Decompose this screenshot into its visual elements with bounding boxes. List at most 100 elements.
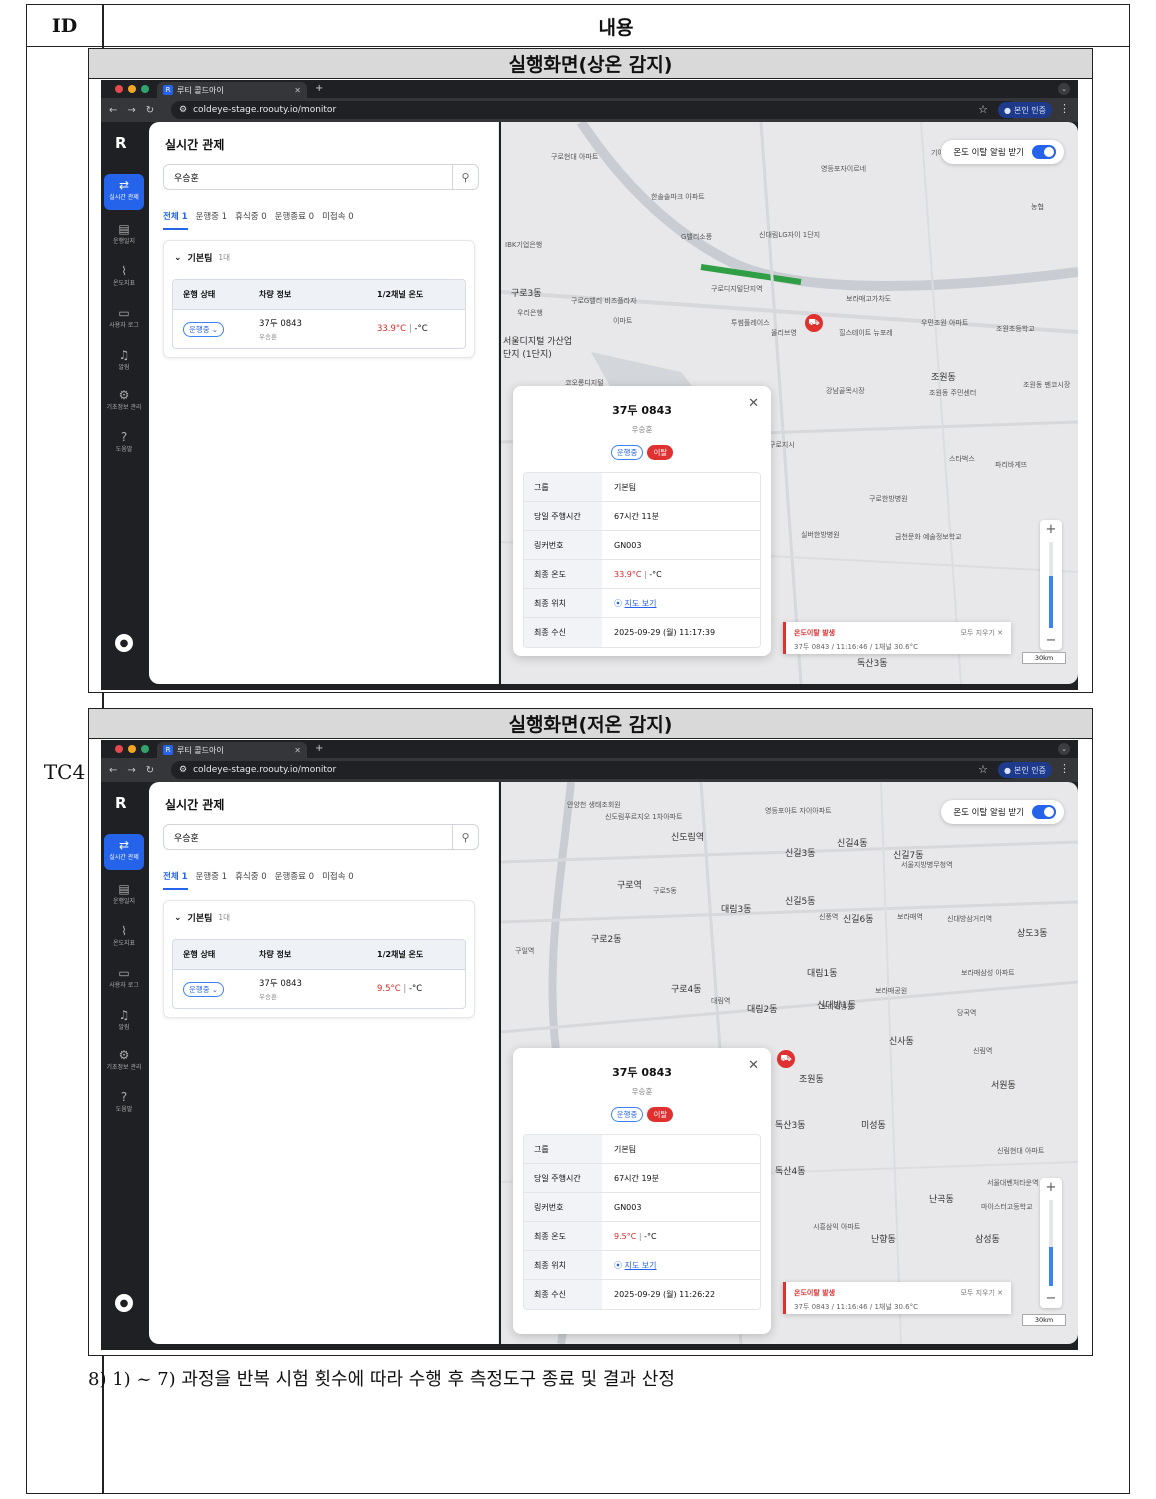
close-icon[interactable]: ✕ bbox=[748, 396, 759, 411]
map-label: 한솔솔파크 아파트 bbox=[651, 193, 705, 201]
reload-icon[interactable]: ↻ bbox=[146, 765, 154, 776]
window-controls[interactable] bbox=[115, 85, 149, 93]
toggle-switch[interactable] bbox=[1032, 805, 1056, 819]
search-input[interactable]: 우승훈 ⚲ bbox=[163, 164, 479, 190]
detail-value: 33.9°C bbox=[614, 569, 642, 579]
zoom-out-icon[interactable]: − bbox=[1040, 633, 1062, 648]
new-tab-button[interactable]: + bbox=[315, 743, 323, 754]
clear-all-button[interactable]: 모두 지우기 ✕ bbox=[960, 628, 1003, 638]
map-label: 구로한방병원 bbox=[869, 495, 908, 503]
browser-tab[interactable]: R 루티 콜드아이 ✕ bbox=[157, 82, 307, 98]
search-icon[interactable]: ⚲ bbox=[452, 825, 478, 849]
filter-resting[interactable]: 휴식중 0 bbox=[235, 210, 267, 230]
app-logo[interactable]: R bbox=[115, 134, 127, 152]
vehicle-marker-icon[interactable]: ⛟ bbox=[805, 314, 823, 332]
filter-resting[interactable]: 휴식중 0 bbox=[235, 870, 267, 890]
url-field[interactable]: ⚙ coldeye-stage.roouty.io/monitor bbox=[171, 761, 1018, 779]
vehicle-marker-icon[interactable]: ⛟ bbox=[777, 1050, 795, 1068]
nav-item-help[interactable]: ? 도움말 bbox=[104, 1086, 144, 1122]
forward-icon[interactable]: → bbox=[127, 765, 135, 776]
chevron-down-icon[interactable]: ⌄ bbox=[1058, 83, 1070, 95]
star-icon[interactable]: ☆ bbox=[978, 103, 988, 116]
view-map-link[interactable]: 지도 보기 bbox=[625, 599, 657, 608]
view-map-link[interactable]: 지도 보기 bbox=[625, 1261, 657, 1270]
nav-item-temp-index[interactable]: ⌇ 온도지표 bbox=[104, 260, 144, 296]
filter-driving[interactable]: 운행중 1 bbox=[196, 210, 228, 230]
vehicle-detail-popup: ✕ 37두 0843 우승훈 운행중 이탈 그룹 기본팀 당일 주행시간 67시간 1… bbox=[513, 1048, 771, 1334]
table-row[interactable]: 운행중 ⌄ 37두 0843 우승훈 9.5°C | -°C bbox=[173, 970, 465, 1008]
nav-item-user-log[interactable]: ▭ 사용자 로그 bbox=[104, 962, 144, 998]
map-label: 신풍역 bbox=[819, 913, 839, 921]
star-icon[interactable]: ☆ bbox=[978, 763, 988, 776]
status-dropdown[interactable]: 운행중 ⌄ bbox=[183, 981, 224, 997]
nav-item-base-info[interactable]: ⚙ 기초정보 관리 bbox=[104, 1044, 144, 1080]
nav-item-logbook[interactable]: ▤ 운행일지 bbox=[104, 218, 144, 254]
chevron-down-icon[interactable]: ⌄ bbox=[1058, 743, 1070, 755]
zoom-out-icon[interactable]: − bbox=[1040, 1291, 1062, 1306]
vehicle-detail-popup: ✕ 37두 0843 우승훈 운행중 이탈 그룹 기본팀 당일 주행시간 67시간 1… bbox=[513, 386, 771, 656]
forward-icon[interactable]: → bbox=[127, 105, 135, 116]
avatar[interactable]: ● bbox=[115, 634, 133, 652]
temp-alert-toast[interactable]: 온도이탈 발생 37두 0843 / 11:16:46 / 1채널 30.6°C… bbox=[783, 622, 1011, 654]
nav-item-monitor[interactable]: ⇄ 실시간 관제 bbox=[104, 174, 144, 210]
panel-title: 실행화면(상온 감지) bbox=[89, 49, 1092, 79]
nav-item-help[interactable]: ? 도움말 bbox=[104, 426, 144, 462]
app-logo[interactable]: R bbox=[115, 794, 127, 812]
filter-offline[interactable]: 미접속 0 bbox=[322, 870, 354, 890]
reload-icon[interactable]: ↻ bbox=[146, 105, 154, 116]
nav-item-alerts[interactable]: ♫ 알림 bbox=[104, 1004, 144, 1040]
detail-key: 링커번호 bbox=[524, 1193, 602, 1221]
new-tab-button[interactable]: + bbox=[315, 83, 323, 94]
close-icon[interactable]: ✕ bbox=[294, 746, 301, 755]
zoom-in-icon[interactable]: + bbox=[1040, 522, 1062, 537]
nav-item-monitor[interactable]: ⇄ 실시간 관제 bbox=[104, 834, 144, 870]
site-settings-icon[interactable]: ⚙ bbox=[179, 105, 187, 115]
filter-offline[interactable]: 미접속 0 bbox=[322, 210, 354, 230]
zoom-in-icon[interactable]: + bbox=[1040, 1180, 1062, 1195]
url-field[interactable]: ⚙ coldeye-stage.roouty.io/monitor bbox=[171, 101, 1018, 119]
map-label: 조원동 bbox=[931, 373, 956, 383]
close-icon[interactable]: ✕ bbox=[294, 86, 301, 95]
menu-icon[interactable]: ⋮ bbox=[1059, 102, 1070, 115]
group-count: 1대 bbox=[218, 913, 231, 922]
nav-item-logbook[interactable]: ▤ 운행일지 bbox=[104, 878, 144, 914]
search-input[interactable]: 우승훈 ⚲ bbox=[163, 824, 479, 850]
map-label: 신길3동 bbox=[785, 849, 816, 859]
filter-all[interactable]: 전체 1 bbox=[163, 870, 188, 890]
temp-alert-toggle[interactable]: 온도 이탈 알림 받기 bbox=[941, 800, 1064, 824]
search-icon[interactable]: ⚲ bbox=[452, 165, 478, 189]
site-settings-icon[interactable]: ⚙ bbox=[179, 765, 187, 775]
map-label: 독산3동 bbox=[857, 659, 888, 669]
table-row[interactable]: 운행중 ⌄ 37두 0843 우승훈 33.9°C | -°C bbox=[173, 310, 465, 348]
group-header[interactable]: ⌄ 기본팀 1대 bbox=[174, 251, 230, 265]
browser-tab[interactable]: R 루티 콜드아이 ✕ bbox=[157, 742, 307, 758]
nav-item-base-info[interactable]: ⚙ 기초정보 관리 bbox=[104, 384, 144, 420]
zoom-control[interactable]: + − bbox=[1040, 1178, 1062, 1308]
map-view[interactable]: 안양천 생태조회원 신도림푸르지오 1차아파트 영등포아트 자이아파트 신도림역… bbox=[501, 782, 1078, 1344]
temp-alert-toast[interactable]: 온도이탈 발생 37두 0843 / 11:16:46 / 1채널 30.6°C… bbox=[783, 1282, 1011, 1314]
detail-value: 67시간 19분 bbox=[614, 1173, 659, 1183]
clear-all-button[interactable]: 모두 지우기 ✕ bbox=[960, 1288, 1003, 1298]
nav-item-alerts[interactable]: ♫ 알림 bbox=[104, 344, 144, 380]
avatar[interactable]: ● bbox=[115, 1294, 133, 1312]
window-controls[interactable] bbox=[115, 745, 149, 753]
auth-button[interactable]: ● 본인 인증 bbox=[998, 102, 1052, 118]
filter-ended[interactable]: 운행종료 0 bbox=[275, 210, 314, 230]
zoom-control[interactable]: + − bbox=[1040, 520, 1062, 650]
filter-ended[interactable]: 운행종료 0 bbox=[275, 870, 314, 890]
nav-item-user-log[interactable]: ▭ 사용자 로그 bbox=[104, 302, 144, 338]
nav-item-temp-index[interactable]: ⌇ 온도지표 bbox=[104, 920, 144, 956]
status-dropdown[interactable]: 운행중 ⌄ bbox=[183, 321, 224, 337]
map-view[interactable]: 구로현대 아파트 영등포자이르네 한솔솔파크 아파트 신대림LG자이 1단지 G… bbox=[501, 122, 1078, 684]
detail-key: 당일 주행시간 bbox=[524, 1164, 602, 1192]
auth-button[interactable]: ● 본인 인증 bbox=[998, 762, 1052, 778]
group-header[interactable]: ⌄ 기본팀 1대 bbox=[174, 911, 231, 925]
menu-icon[interactable]: ⋮ bbox=[1059, 762, 1070, 775]
filter-driving[interactable]: 운행중 1 bbox=[196, 870, 228, 890]
close-icon[interactable]: ✕ bbox=[748, 1058, 759, 1073]
filter-all[interactable]: 전체 1 bbox=[163, 210, 188, 230]
back-icon[interactable]: ← bbox=[109, 765, 117, 776]
temp-alert-toggle[interactable]: 온도 이탈 알림 받기 bbox=[941, 140, 1064, 164]
toggle-switch[interactable] bbox=[1032, 145, 1056, 159]
back-icon[interactable]: ← bbox=[109, 105, 117, 116]
